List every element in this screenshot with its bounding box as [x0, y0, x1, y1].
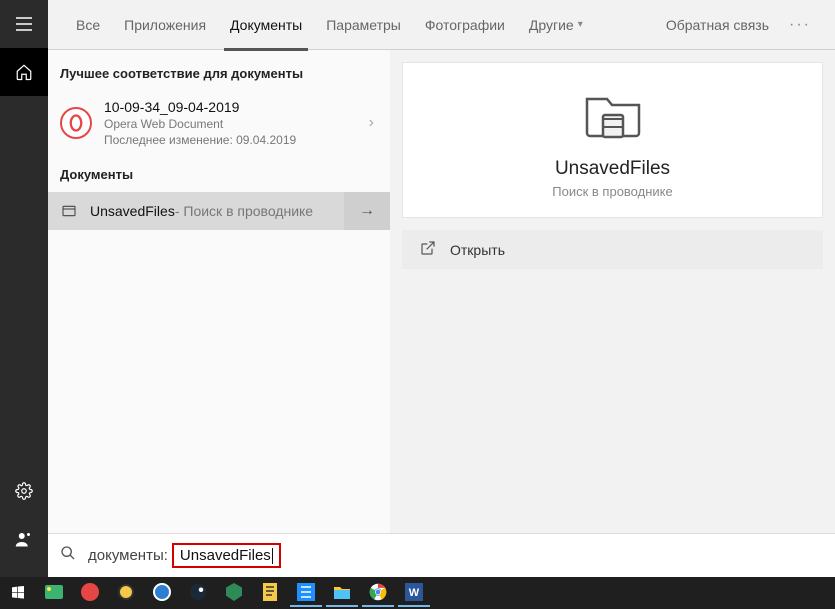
home-button[interactable] [0, 48, 48, 96]
taskbar-explorer[interactable] [326, 579, 358, 607]
taskbar-app-blue[interactable] [146, 579, 178, 607]
section-heading-docs: Документы [48, 155, 390, 192]
result-type: Opera Web Document [104, 117, 361, 131]
result-suffix: - Поиск в проводнике [175, 203, 313, 219]
preview-subtitle: Поиск в проводнике [552, 184, 672, 199]
open-action[interactable]: Открыть [402, 230, 823, 269]
result-modified: Последнее изменение: 09.04.2019 [104, 133, 361, 147]
open-external-icon [420, 240, 436, 259]
tab-label: Параметры [326, 17, 401, 33]
tab-label: Другие [529, 17, 574, 33]
tab-more[interactable]: Другие ▾ [517, 0, 595, 50]
folder-search-icon [581, 87, 645, 146]
result-title: 10-09-34_09-04-2019 [104, 99, 361, 115]
start-button[interactable] [2, 579, 34, 607]
tab-documents[interactable]: Документы [218, 0, 314, 50]
open-label: Открыть [450, 242, 505, 258]
tab-label: Документы [230, 17, 302, 33]
taskbar-app-yellow[interactable] [110, 579, 142, 607]
taskbar-opera[interactable] [74, 579, 106, 607]
preview-title: UnsavedFiles [555, 158, 670, 180]
feedback-label: Обратная связь [666, 17, 769, 33]
opera-icon [60, 107, 92, 139]
taskbar-app-steam[interactable] [182, 579, 214, 607]
tab-all[interactable]: Все [64, 0, 112, 50]
result-title: UnsavedFiles [90, 203, 175, 219]
section-heading-best: Лучшее соответствие для документы [48, 62, 390, 91]
taskbar-app-shield[interactable] [218, 579, 250, 607]
preview-card: UnsavedFiles Поиск в проводнике [402, 62, 823, 218]
taskbar-app-note[interactable] [254, 579, 286, 607]
tab-apps[interactable]: Приложения [112, 0, 218, 50]
search-term: UnsavedFiles [180, 547, 271, 564]
hamburger-menu[interactable] [0, 0, 48, 48]
result-item-selected[interactable]: UnsavedFiles - Поиск в проводнике → [48, 192, 390, 230]
result-item-best[interactable]: 10-09-34_09-04-2019 Opera Web Document П… [48, 91, 390, 155]
tab-label: Все [76, 17, 100, 33]
feedback-link[interactable]: Обратная связь [654, 17, 781, 33]
search-term-highlight: UnsavedFiles [172, 543, 281, 568]
taskbar-app-blue2[interactable] [290, 579, 322, 607]
taskbar-chrome[interactable] [362, 579, 394, 607]
search-prefix: документы: [88, 547, 168, 564]
tab-label: Приложения [124, 17, 206, 33]
search-bar[interactable]: документы: UnsavedFiles [48, 533, 835, 577]
tab-settings[interactable]: Параметры [314, 0, 413, 50]
svg-text:W: W [409, 587, 420, 599]
open-arrow-button[interactable]: → [344, 192, 390, 230]
text-caret [272, 548, 273, 564]
more-options-button[interactable]: ··· [781, 16, 819, 34]
chevron-down-icon: ▾ [578, 19, 583, 30]
tab-label: Фотографии [425, 17, 505, 33]
tab-photos[interactable]: Фотографии [413, 0, 517, 50]
account-button[interactable] [0, 515, 48, 563]
settings-button[interactable] [0, 467, 48, 515]
explorer-icon [60, 202, 78, 220]
taskbar-paint[interactable] [38, 579, 70, 607]
search-icon [60, 545, 76, 566]
chevron-right-icon[interactable]: › [361, 114, 382, 132]
taskbar-word[interactable]: W [398, 579, 430, 607]
